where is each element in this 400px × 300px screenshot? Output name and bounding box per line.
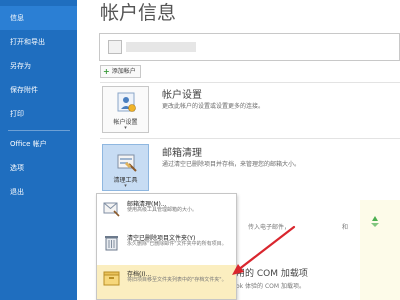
add-account-button[interactable]: + 添加帐户 [100,65,141,78]
account-icon [108,40,122,54]
menu-item-empty-deleted[interactable]: 清空已删除项目文件夹(Y) 永久删除"已删除邮件"文件夹中的所有项目。 [97,229,236,263]
sidebar-item-options[interactable]: 选项 [0,156,77,180]
trash-icon [105,236,118,251]
account-name-redacted [126,42,196,52]
account-settings-desc: 更改此帐户的设置或设置更多的连接。 [162,103,265,110]
section-divider [100,138,400,139]
behind-text-fragment: 传入电子邮件， [248,224,291,231]
menu-item-mailbox-cleanup[interactable]: 邮箱清理(M)... 使用高级工具管理邮箱的大小。 [97,195,236,229]
account-settings-icon [117,92,136,112]
sidebar-item-office-account[interactable]: Office 帐户 [0,132,77,156]
menu-item-desc: 将旧项目移至文件夹列表中的"存档文件夹"。 [127,277,227,283]
sidebar-item-print[interactable]: 打印 [0,102,77,126]
backstage-sidebar: 信息 打开和导出 另存为 保存附件 打印 Office 帐户 选项 退出 [0,0,77,300]
mailbox-cleanup-icon [103,202,120,217]
add-account-label: 添加帐户 [111,68,136,75]
sidebar-item-save-as[interactable]: 另存为 [0,54,77,78]
plus-icon: + [103,67,110,76]
chevron-down-icon: ▾ [124,183,127,189]
mailbox-cleanup-heading: 邮箱清理 [162,148,202,159]
account-settings-heading: 帐户设置 [162,90,202,101]
mailbox-cleanup-desc: 通过清空已删除项目并存档，来管理您的邮箱大小。 [162,161,301,168]
cleanup-tools-menu: 邮箱清理(M)... 使用高级工具管理邮箱的大小。 清空已删除项目文件夹(Y) … [96,193,237,300]
menu-item-desc: 永久删除"已删除邮件"文件夹中的所有项目。 [127,241,227,247]
sidebar-item-open-export[interactable]: 打开和导出 [0,30,77,54]
chevron-down-icon: ▾ [124,125,127,131]
com-addins-heading: 用的 COM 加载项 [236,269,308,279]
account-selector[interactable] [99,33,400,61]
archive-icon [103,271,120,286]
account-settings-button[interactable]: 帐户设置 ▾ [102,86,149,133]
page-title: 帐户信息 [100,2,177,24]
sidebar-item-exit[interactable]: 退出 [0,180,77,204]
cleanup-tools-button[interactable]: 清理工具 ▾ [102,144,149,191]
cleanup-tools-icon [117,154,137,172]
menu-item-archive[interactable]: 存档(I)... 将旧项目移至文件夹列表中的"存档文件夹"。 [97,265,236,299]
recycle-icon [371,216,379,227]
section-divider [100,82,400,83]
behind-text-fragment: 和 [342,224,349,231]
menu-item-desc: 使用高级工具管理邮箱的大小。 [127,207,198,213]
sidebar-item-save-attachments[interactable]: 保存附件 [0,78,77,102]
sidebar-divider [8,130,70,131]
sidebar-item-info[interactable]: 信息 [0,6,77,30]
com-addins-desc: ok 体验的 COM 加载项。 [236,283,305,290]
